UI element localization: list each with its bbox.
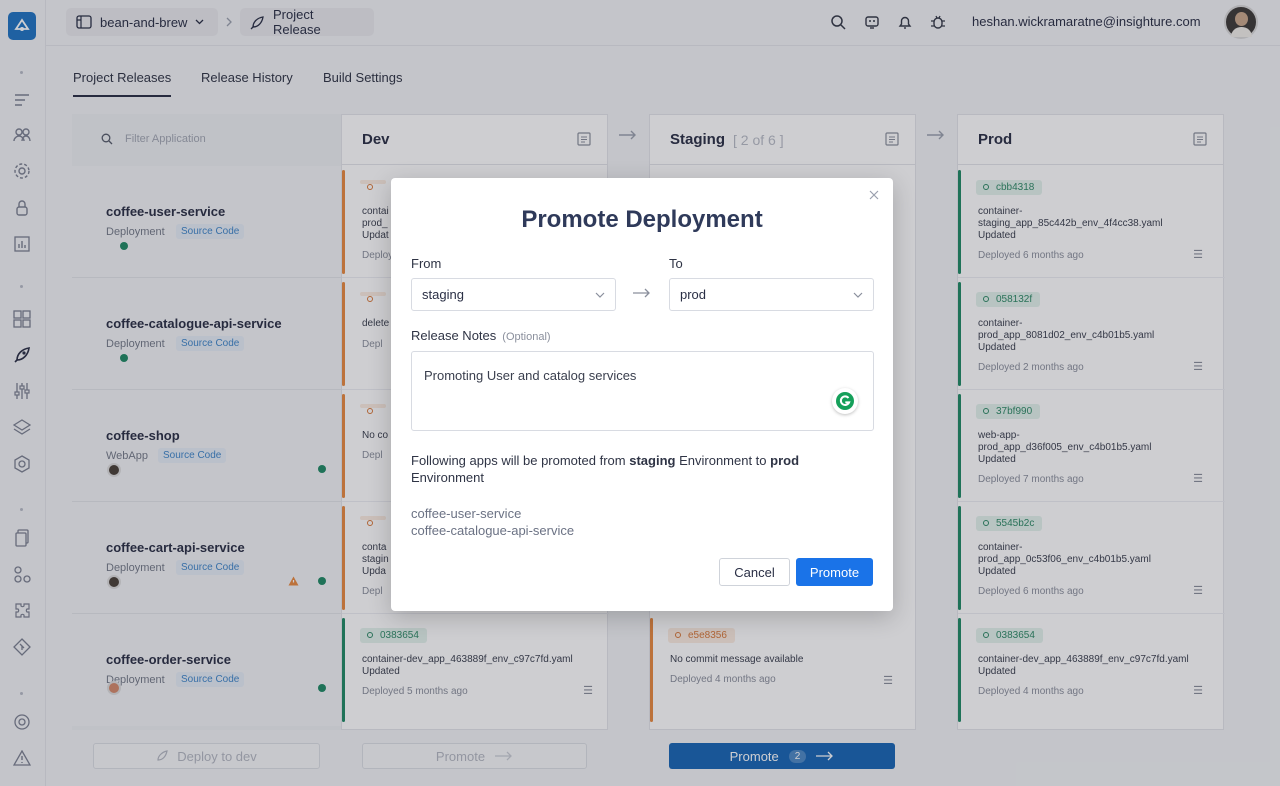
to-value: prod: [680, 287, 707, 302]
chevron-down-icon: [595, 292, 605, 298]
summary-mid: Environment to: [679, 453, 767, 468]
from-select[interactable]: staging: [411, 278, 616, 311]
promotion-summary: Following apps will be promoted from sta…: [411, 452, 871, 486]
from-label: From: [411, 256, 442, 271]
chevron-down-icon: [853, 292, 863, 298]
cancel-button[interactable]: Cancel: [719, 558, 790, 586]
release-notes-textarea[interactable]: Promoting User and catalog services: [411, 351, 874, 431]
notes-value: Promoting User and catalog services: [424, 368, 637, 383]
promoted-apps-list: coffee-user-service coffee-catalogue-api…: [411, 505, 574, 539]
grammarly-icon[interactable]: [832, 388, 858, 414]
promote-button[interactable]: Promote: [796, 558, 873, 586]
summary-to: prod: [770, 453, 800, 468]
summary-post: Environment: [411, 470, 484, 485]
summary-pre: Following apps will be promoted from: [411, 453, 626, 468]
list-item: coffee-catalogue-api-service: [411, 523, 575, 538]
notes-optional: (Optional): [502, 331, 551, 343]
close-icon[interactable]: [869, 190, 879, 200]
modal-title: Promote Deployment: [521, 206, 763, 233]
from-value: staging: [422, 287, 464, 302]
arrow-right-icon: [633, 288, 651, 298]
notes-label: Release Notes: [411, 328, 497, 343]
to-label: To: [669, 256, 683, 271]
promote-deployment-modal: Promote Deployment From To staging prod …: [391, 178, 893, 611]
to-select[interactable]: prod: [669, 278, 874, 311]
release-notes-label: Release Notes (Optional): [411, 328, 551, 343]
summary-from: staging: [629, 453, 676, 468]
list-item: coffee-user-service: [411, 506, 522, 521]
